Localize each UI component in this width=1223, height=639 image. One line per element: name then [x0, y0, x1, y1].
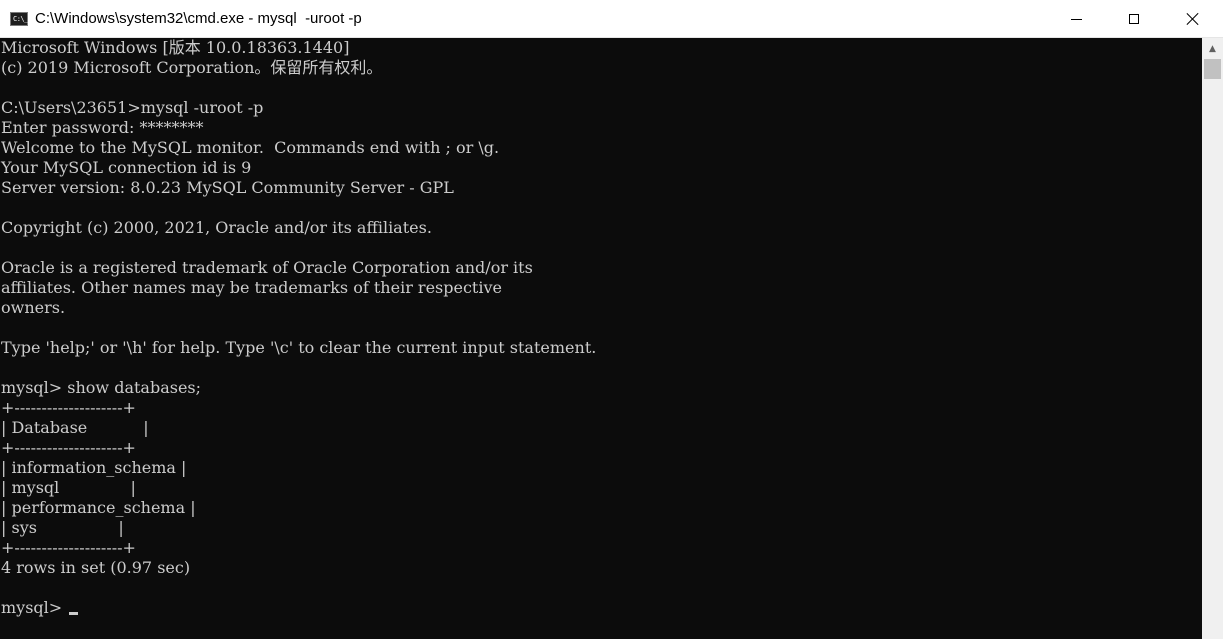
console-line: +--------------------+	[1, 398, 136, 417]
minimize-icon	[1070, 18, 1082, 20]
close-icon	[1186, 12, 1200, 26]
console-output[interactable]: Microsoft Windows [版本 10.0.18363.1440] (…	[0, 38, 1202, 639]
console-line: affiliates. Other names may be trademark…	[1, 278, 502, 297]
title-bar[interactable]: C:\_ C:\Windows\system32\cmd.exe - mysql…	[0, 0, 1223, 38]
window-title: C:\Windows\system32\cmd.exe - mysql -uro…	[35, 10, 362, 27]
text-cursor	[69, 612, 79, 615]
console-line: | Database |	[1, 418, 149, 437]
console-line: 4 rows in set (0.97 sec)	[1, 558, 191, 577]
console-line: Enter password: ********	[1, 118, 204, 137]
console-line: +--------------------+	[1, 538, 136, 557]
console-line: mysql> show databases;	[1, 378, 202, 397]
console-line: | sys |	[1, 518, 124, 537]
cmd-app-icon[interactable]: C:\_	[10, 12, 28, 26]
console-line: C:\Users\23651>mysql -uroot -p	[1, 98, 264, 117]
console-line: Server version: 8.0.23 MySQL Community S…	[1, 178, 454, 197]
minimize-button[interactable]	[1047, 0, 1105, 38]
console-line: Oracle is a registered trademark of Orac…	[1, 258, 533, 277]
mysql-prompt: mysql>	[1, 598, 68, 617]
console-line: Copyright (c) 2000, 2021, Oracle and/or …	[1, 218, 432, 237]
vertical-scrollbar[interactable]: ▲	[1202, 38, 1223, 639]
cmd-icon-glyph: C:\_	[13, 15, 28, 23]
console-line: +--------------------+	[1, 438, 136, 457]
console-prompt-line[interactable]: mysql>	[1, 598, 79, 618]
scrollbar-thumb[interactable]	[1204, 59, 1221, 79]
console-line: Microsoft Windows [版本 10.0.18363.1440]	[1, 38, 350, 57]
console-line: (c) 2019 Microsoft Corporation。保留所有权利。	[1, 58, 383, 77]
console-line: Welcome to the MySQL monitor. Commands e…	[1, 138, 500, 157]
cmd-window: C:\_ C:\Windows\system32\cmd.exe - mysql…	[0, 0, 1223, 639]
console-line: Type 'help;' or '\h' for help. Type '\c'…	[1, 338, 597, 357]
console-line: | performance_schema |	[1, 498, 196, 517]
console-line: owners.	[1, 298, 66, 317]
console-line: Your MySQL connection id is 9	[1, 158, 252, 177]
maximize-icon	[1129, 14, 1139, 24]
console-line: | mysql |	[1, 478, 136, 497]
console-line: | information_schema |	[1, 458, 187, 477]
close-button[interactable]	[1163, 0, 1223, 38]
scroll-up-icon[interactable]: ▲	[1202, 40, 1223, 57]
maximize-button[interactable]	[1105, 0, 1163, 38]
